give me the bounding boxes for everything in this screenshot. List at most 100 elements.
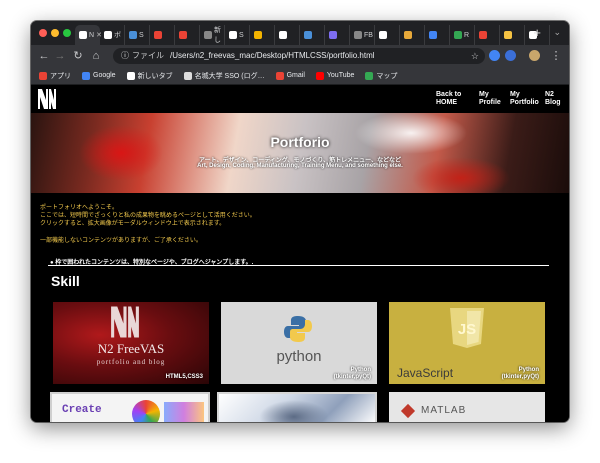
- close-window-button[interactable]: [39, 29, 47, 37]
- browser-tab[interactable]: [275, 25, 300, 45]
- color-wheel-icon: [132, 400, 160, 422]
- tab-favicon-icon: [504, 31, 512, 39]
- bookmark-star-icon[interactable]: ☆: [471, 48, 479, 64]
- reload-icon[interactable]: ↻: [71, 49, 85, 63]
- youtube-icon: [315, 71, 324, 80]
- apps-grid-icon: [39, 71, 47, 80]
- skill-card-javascript[interactable]: JS JavaScript Python (tkinter,pyQt): [389, 302, 545, 384]
- back-arrow-icon[interactable]: ←: [37, 49, 51, 63]
- tab-favicon-icon: [179, 31, 187, 39]
- profile-avatar[interactable]: [529, 50, 540, 61]
- skill-card-html[interactable]: N2 FreeVAS portfolio and blog HTML5,CSS3: [53, 302, 209, 384]
- extension-a-icon[interactable]: [505, 50, 516, 61]
- js-shield-icon: JS: [450, 308, 484, 348]
- svg-text:JS: JS: [458, 321, 476, 338]
- tab-favicon-icon: [454, 31, 462, 39]
- maximize-window-button[interactable]: [63, 29, 71, 37]
- address-bar[interactable]: ⓘ ファイル/Users/n2_freevas_mac/Desktop/HTMLC…: [113, 48, 485, 64]
- browser-tab[interactable]: ボ: [100, 25, 125, 45]
- page-title: Portforio: [270, 134, 330, 150]
- tab-favicon-icon: [254, 31, 262, 39]
- new-tab-button[interactable]: +: [533, 25, 541, 41]
- bookmark-label: YouTube: [326, 72, 355, 79]
- tab-favicon-icon: [304, 31, 312, 39]
- artwork-image: [259, 400, 329, 422]
- python-wordmark: python: [276, 348, 322, 365]
- browser-window: N ✕ ボ S 新し S FB R + ⌄ ← → ↻ ⌂ ⓘ ファイル/Users/n2_fr…: [31, 21, 569, 422]
- forward-arrow-icon[interactable]: →: [53, 49, 67, 63]
- browser-tab[interactable]: N ✕: [75, 25, 102, 45]
- tab-favicon-icon: [329, 31, 337, 39]
- menu-kebab-icon[interactable]: ⋮: [549, 49, 563, 63]
- tab-favicon-icon: [354, 31, 362, 39]
- matlab-logo-icon: [400, 403, 416, 419]
- nav-back-to-home[interactable]: Back to HOME: [436, 91, 472, 107]
- tab-search-icon[interactable]: ⌄: [553, 27, 561, 38]
- skill-card-artwork[interactable]: [217, 392, 377, 422]
- tab-title: S: [239, 31, 244, 39]
- tab-title: ボ: [114, 32, 121, 39]
- bookmark-label: アプリ: [50, 72, 71, 80]
- browser-tab[interactable]: [250, 25, 275, 45]
- browser-tab[interactable]: [325, 25, 350, 45]
- info-icon[interactable]: ⓘ: [121, 51, 129, 60]
- address-scheme: ファイル: [132, 51, 164, 60]
- browser-tab[interactable]: [375, 25, 400, 45]
- nav-my-portfolio[interactable]: My Portfolio: [510, 91, 546, 107]
- browser-tab[interactable]: 新し: [200, 25, 225, 45]
- python-logo-icon: [284, 316, 312, 342]
- tab-favicon-icon: [429, 31, 437, 39]
- matlab-wordmark: MATLAB: [421, 405, 467, 416]
- skill-card-create[interactable]: Create: [50, 392, 210, 422]
- tab-favicon-icon: [479, 31, 487, 39]
- bookmark-label: マップ: [376, 72, 398, 80]
- bookmark-item[interactable]: Gmail: [275, 71, 305, 80]
- skill-card-matlab[interactable]: MATLAB: [389, 392, 545, 422]
- browser-tab[interactable]: [500, 25, 525, 45]
- browser-tab[interactable]: [300, 25, 325, 45]
- browser-tab[interactable]: R: [450, 25, 475, 45]
- site-logo[interactable]: [37, 88, 57, 110]
- browser-toolbar: ← → ↻ ⌂ ⓘ ファイル/Users/n2_freevas_mac/Deskt…: [31, 45, 569, 67]
- card-brand-subtitle: portfolio and blog: [96, 358, 166, 366]
- web-page: Back to HOME My Profile My Portfolio N2 Blog…: [31, 86, 569, 422]
- skill-heading: Skill: [51, 273, 80, 289]
- skill-card-python[interactable]: python Python (tkinter,pyQt): [221, 302, 377, 384]
- browser-tab[interactable]: [150, 25, 175, 45]
- browser-tab[interactable]: S: [125, 25, 150, 45]
- bookmark-item[interactable]: 名城大学 SSO (ログ…: [183, 71, 265, 81]
- browser-tab[interactable]: [175, 25, 200, 45]
- bookmark-item[interactable]: YouTube: [315, 71, 355, 80]
- tab-title: 新し: [214, 27, 221, 44]
- intro-line: クリックすると、拡大画像がモーダルウィンドウ上で表示されます。: [40, 221, 226, 227]
- tab-title: FB: [364, 31, 373, 39]
- card-caption: Python (tkinter,pyQt): [501, 367, 539, 380]
- intro-line: ポートフォリオへようこそ。: [40, 205, 119, 211]
- divider: [48, 265, 549, 266]
- bookmark-item[interactable]: 新しいタブ: [126, 71, 173, 81]
- bookmark-label: Google: [93, 72, 116, 79]
- extension-plus-icon[interactable]: [489, 50, 500, 61]
- browser-tab[interactable]: [475, 25, 500, 45]
- bookmark-label: 新しいタブ: [137, 72, 173, 80]
- gmail-icon: [275, 71, 284, 80]
- browser-tab[interactable]: S: [225, 25, 250, 45]
- bookmark-item[interactable]: マップ: [365, 71, 397, 81]
- browser-tab[interactable]: FB: [350, 25, 375, 45]
- tab-favicon-icon: [279, 31, 287, 39]
- card-caption: HTML5,CSS3: [165, 374, 203, 380]
- intro-line: ここでは、短時間でざっくりと私の成果物を眺めるページとして活用ください。: [40, 213, 256, 219]
- bookmark-item[interactable]: アプリ: [39, 71, 71, 81]
- browser-tab[interactable]: [425, 25, 450, 45]
- hero-subtitle-en: Art, Design, Coding, Manufacturing, Trai…: [197, 163, 403, 169]
- tab-favicon-icon: [154, 31, 162, 39]
- intro-line: 一部機能しないコンテンツがありますが、ご了承ください。: [40, 238, 202, 244]
- bookmark-label: Gmail: [286, 72, 305, 79]
- minimize-window-button[interactable]: [51, 29, 59, 37]
- nav-n2-blog[interactable]: N2 Blog: [545, 91, 567, 107]
- browser-tab[interactable]: [400, 25, 425, 45]
- bookmark-item[interactable]: Google: [82, 71, 116, 80]
- home-icon[interactable]: ⌂: [89, 49, 103, 63]
- tab-favicon-icon: [129, 31, 137, 39]
- tab-title: S: [139, 31, 144, 39]
